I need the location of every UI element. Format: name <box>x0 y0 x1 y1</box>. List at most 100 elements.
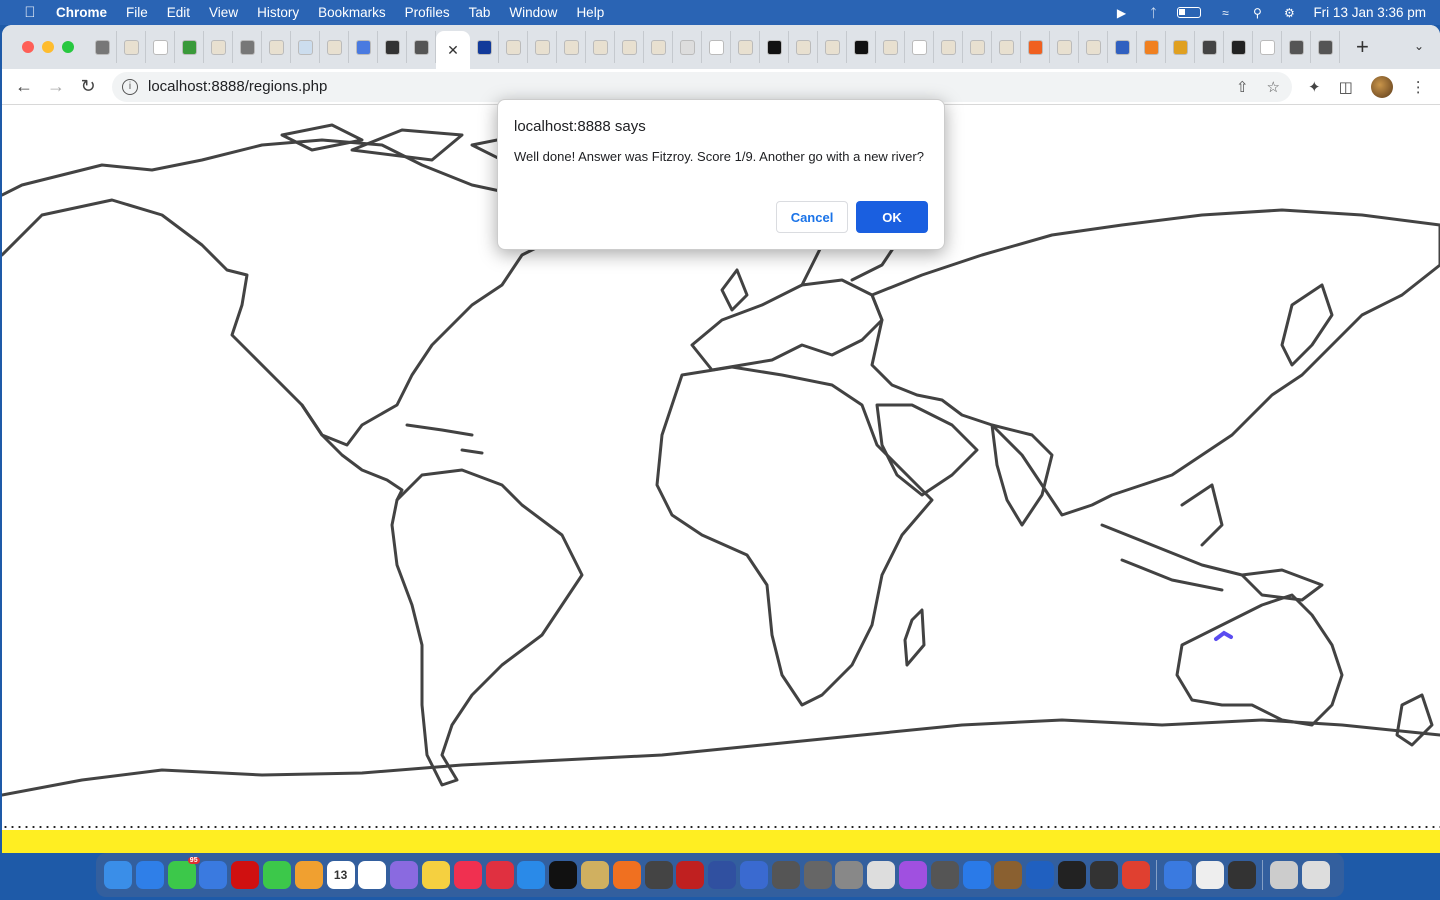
tab[interactable] <box>789 31 818 63</box>
calendar-dock-icon[interactable]: 13 <box>326 861 355 889</box>
back-icon[interactable]: ← <box>8 76 40 97</box>
tab[interactable] <box>1050 31 1079 63</box>
tab[interactable] <box>644 31 673 63</box>
dock-app-icon[interactable] <box>1302 861 1331 889</box>
dock-app-icon[interactable] <box>1164 861 1193 889</box>
dock-app-icon[interactable] <box>708 861 737 889</box>
url-text[interactable]: localhost:8888/regions.php <box>148 78 327 95</box>
dock-app-icon[interactable] <box>580 861 609 889</box>
dock-app-icon[interactable] <box>421 861 450 889</box>
messages-dock-icon[interactable]: 95 <box>167 857 200 889</box>
dock-app-icon[interactable] <box>485 861 514 889</box>
menu-bookmarks[interactable]: Bookmarks <box>318 5 386 20</box>
menu-view[interactable]: View <box>209 5 238 20</box>
menu-edit[interactable]: Edit <box>167 5 190 20</box>
control-center-icon[interactable]: ⚙ <box>1281 6 1297 20</box>
cancel-button[interactable]: Cancel <box>776 201 848 233</box>
dock-app-icon[interactable] <box>1089 861 1118 889</box>
menu-window[interactable]: Window <box>509 5 557 20</box>
tab[interactable] <box>1166 31 1195 63</box>
tab[interactable] <box>1253 31 1282 63</box>
minimize-window-icon[interactable] <box>42 41 54 53</box>
tab[interactable] <box>233 31 262 63</box>
tab[interactable] <box>470 31 499 63</box>
dock-app-icon[interactable] <box>453 861 482 889</box>
reload-icon[interactable]: ↻ <box>72 76 104 97</box>
dock-app-icon[interactable] <box>962 861 991 889</box>
dock-app-icon[interactable] <box>390 861 419 889</box>
tab[interactable] <box>615 31 644 63</box>
dock-app-icon[interactable] <box>549 861 578 889</box>
tab[interactable] <box>586 31 615 63</box>
dock-app-icon[interactable] <box>104 861 132 889</box>
tab[interactable] <box>760 31 789 63</box>
maximize-window-icon[interactable] <box>62 41 74 53</box>
apple-icon[interactable]:  <box>20 4 40 21</box>
dock-app-icon[interactable] <box>1057 861 1086 889</box>
forward-icon[interactable]: → <box>40 76 72 97</box>
tab[interactable] <box>1311 31 1340 63</box>
menu-help[interactable]: Help <box>576 5 604 20</box>
dock-app-icon[interactable] <box>994 861 1023 889</box>
battery-icon[interactable] <box>1177 7 1202 18</box>
tab[interactable] <box>1137 31 1166 63</box>
dock-app-icon[interactable] <box>898 861 927 889</box>
tab[interactable] <box>117 31 146 63</box>
wifi-icon[interactable]: ≈ <box>1217 6 1233 20</box>
tab[interactable] <box>349 31 378 63</box>
dock-app-icon[interactable] <box>644 861 673 889</box>
play-icon[interactable]: ▶ <box>1113 6 1129 20</box>
tab[interactable] <box>905 31 934 63</box>
dock-app-icon[interactable] <box>262 861 291 889</box>
dock-app-icon[interactable] <box>612 861 641 889</box>
dock-app-icon[interactable] <box>199 861 228 889</box>
menu-history[interactable]: History <box>257 5 299 20</box>
tab[interactable] <box>731 31 760 63</box>
chrome-menu-icon[interactable]: ⋮ <box>1411 78 1426 96</box>
dock-app-icon[interactable] <box>1227 861 1256 889</box>
tab-search-icon[interactable]: ⌄ <box>1414 39 1424 53</box>
tab[interactable] <box>88 31 117 63</box>
dock-app-icon[interactable] <box>1026 861 1055 889</box>
tab[interactable] <box>963 31 992 63</box>
extensions-icon[interactable]: ✦ <box>1308 78 1321 96</box>
tab[interactable] <box>876 31 905 63</box>
tab[interactable] <box>673 31 702 63</box>
dock-app-icon[interactable] <box>135 861 164 889</box>
dock-app-icon[interactable] <box>1195 861 1224 889</box>
ok-button[interactable]: OK <box>856 201 928 233</box>
tab[interactable] <box>1079 31 1108 63</box>
tab[interactable] <box>320 31 349 63</box>
active-tab[interactable]: ✕ <box>436 31 470 69</box>
dock-app-icon[interactable] <box>739 861 768 889</box>
tab[interactable] <box>1108 31 1137 63</box>
tab[interactable] <box>1195 31 1224 63</box>
dock-app-icon[interactable] <box>1270 861 1299 889</box>
tab[interactable] <box>702 31 731 63</box>
new-tab-button[interactable]: + <box>1356 34 1369 60</box>
bookmark-star-icon[interactable]: ☆ <box>1267 78 1280 96</box>
spotlight-search-icon[interactable]: ⚲ <box>1249 6 1265 20</box>
close-window-icon[interactable] <box>22 41 34 53</box>
tab[interactable] <box>407 31 436 63</box>
dock-app-icon[interactable] <box>358 861 387 889</box>
dock-app-icon[interactable] <box>771 861 800 889</box>
tab[interactable] <box>1282 31 1311 63</box>
share-icon[interactable]: ⇧ <box>1236 78 1249 96</box>
profile-avatar[interactable] <box>1370 75 1393 98</box>
dock-app-icon[interactable] <box>676 861 705 889</box>
tab[interactable] <box>146 31 175 63</box>
bluetooth-icon[interactable]: ᛏ <box>1145 6 1161 20</box>
side-panel-icon[interactable]: ◫ <box>1339 78 1353 96</box>
menu-tab[interactable]: Tab <box>469 5 491 20</box>
tab[interactable] <box>1021 31 1050 63</box>
tab[interactable] <box>1224 31 1253 63</box>
site-info-icon[interactable]: i <box>122 78 138 95</box>
close-tab-icon[interactable]: ✕ <box>447 42 459 59</box>
tab[interactable] <box>204 31 233 63</box>
menu-app-name[interactable]: Chrome <box>56 5 107 20</box>
tab[interactable] <box>818 31 847 63</box>
tab[interactable] <box>847 31 876 63</box>
dock-app-icon[interactable] <box>835 861 864 889</box>
dock-app-icon[interactable] <box>294 861 323 889</box>
